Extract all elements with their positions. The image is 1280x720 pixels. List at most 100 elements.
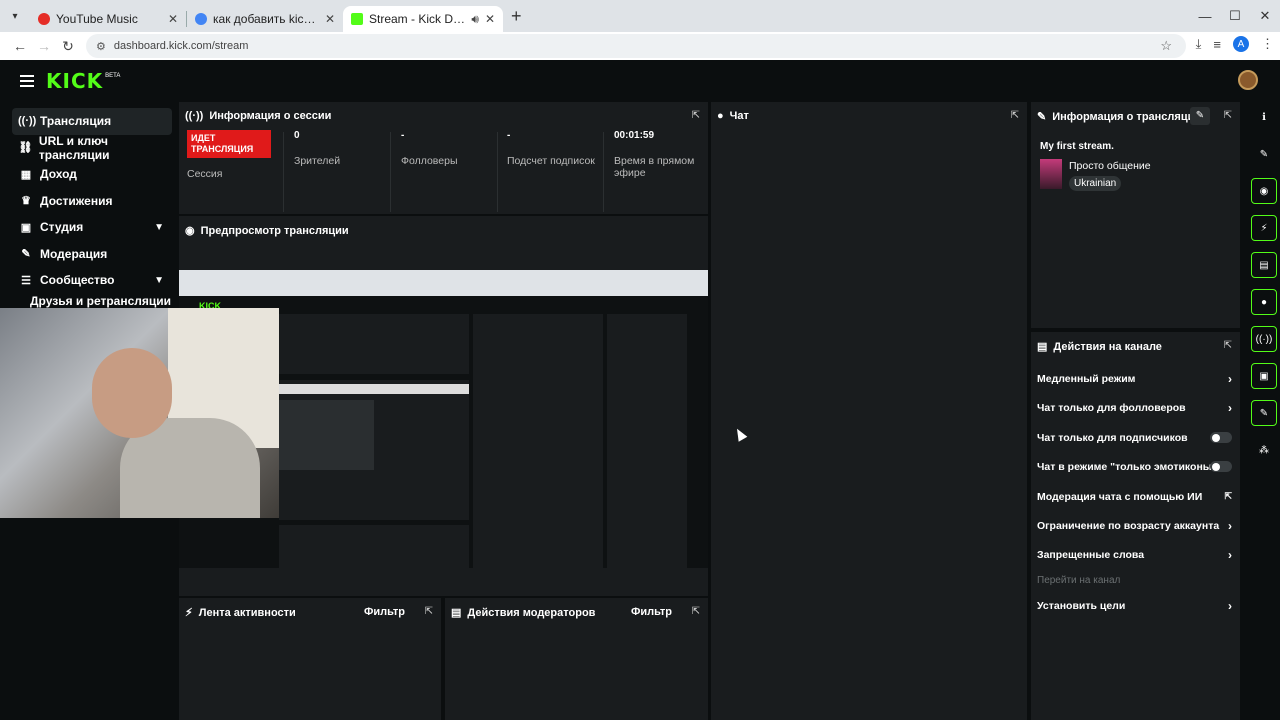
lightning-icon: ⚡︎ bbox=[185, 607, 193, 619]
popout-icon[interactable]: ⇱ bbox=[1011, 110, 1019, 121]
broadcast-icon: ((·)) bbox=[18, 115, 37, 128]
edit-icon[interactable]: ✎ bbox=[1251, 141, 1277, 167]
popout-icon[interactable]: ⇱ bbox=[425, 606, 433, 617]
address-bar: ← → ↻ ⚙ dashboard.kick.com/stream ☆ ⤓ ≡ … bbox=[0, 32, 1280, 60]
sidebar-item-url-key[interactable]: ⛓ URL и ключ трансляции bbox=[12, 134, 172, 162]
beta-label: BETA bbox=[105, 73, 121, 79]
chevron-down-icon: ▼ bbox=[154, 274, 164, 286]
new-tab-button[interactable]: + bbox=[511, 6, 522, 27]
sidebar-item-stream[interactable]: ((·)) Трансляция bbox=[12, 108, 172, 135]
mod-actions-filter-button[interactable]: Фильтр bbox=[631, 606, 672, 618]
tab-kick-dashboard[interactable]: Stream - Kick Dashboard 🔊︎ ✕ bbox=[343, 6, 503, 32]
emote-only-toggle[interactable] bbox=[1210, 461, 1232, 472]
menu-dots-icon[interactable]: ⋮ bbox=[1261, 36, 1274, 52]
external-link-icon: ⇱ bbox=[1224, 491, 1232, 501]
speaker-icon[interactable]: 🔊︎ bbox=[471, 12, 479, 27]
action-set-goals[interactable]: Установить цели › bbox=[1037, 591, 1232, 620]
wrench-icon: ✎ bbox=[21, 248, 31, 261]
broadcast-icon: ((·)) bbox=[185, 110, 204, 122]
sidebar-item-moderation[interactable]: ✎ Модерация bbox=[12, 241, 172, 268]
close-icon[interactable]: ✕ bbox=[168, 12, 178, 26]
stat-followers: - Фолловеры bbox=[401, 130, 458, 167]
right-rail: ℹ ✎ ◉ ⚡︎ ▤ ● ((·)) ▣ ✎ ⁂ bbox=[1249, 104, 1279, 474]
studio-icon[interactable]: ▣ bbox=[1251, 363, 1277, 389]
site-info-icon[interactable]: ⚙ bbox=[96, 40, 106, 53]
sidebar-item-community[interactable]: ☰ Сообщество ▼ bbox=[12, 267, 172, 294]
minimize-button[interactable]: — bbox=[1190, 9, 1220, 24]
tab-search-icon[interactable]: ▾ bbox=[0, 0, 30, 32]
sidebar-item-studio[interactable]: ▣ Студия ▼ bbox=[12, 214, 172, 241]
sidebar-item-achievements[interactable]: ♛ Достижения bbox=[12, 188, 172, 215]
action-followers-only[interactable]: Чат только для фолловеров › bbox=[1037, 393, 1232, 422]
sidebar-item-income[interactable]: ▦ Доход bbox=[12, 161, 172, 188]
account-avatar[interactable]: A bbox=[1233, 36, 1249, 52]
top-nav: KICK BETA bbox=[0, 60, 1280, 102]
webcam-overlay bbox=[0, 308, 279, 518]
subscribers-only-toggle[interactable] bbox=[1210, 432, 1232, 443]
info-icon[interactable]: ℹ bbox=[1251, 104, 1277, 130]
studio-icon: ▣ bbox=[20, 221, 32, 234]
download-icon[interactable]: ⤓ bbox=[1196, 36, 1202, 52]
media-icon[interactable]: ≡ bbox=[1213, 37, 1221, 52]
url-input[interactable]: ⚙ dashboard.kick.com/stream ☆ bbox=[86, 34, 1186, 58]
google-icon bbox=[195, 13, 207, 25]
live-status: ИДЕТ ТРАНСЛЯЦИЯ Сессия bbox=[187, 130, 287, 210]
maximize-button[interactable]: ☐ bbox=[1220, 8, 1250, 24]
user-avatar[interactable] bbox=[1238, 70, 1258, 90]
popout-icon[interactable]: ⇱ bbox=[1224, 340, 1232, 351]
browser-tabbar: ▾ YouTube Music ✕ как добавить kick акк … bbox=[0, 0, 1280, 32]
sidebar: ((·)) Трансляция ⛓ URL и ключ трансляции… bbox=[12, 108, 172, 308]
lightning-icon[interactable]: ⚡︎ bbox=[1251, 215, 1277, 241]
wrench-icon: ✎ bbox=[1037, 111, 1047, 123]
reload-icon[interactable]: ↻ bbox=[56, 38, 80, 55]
close-icon[interactable]: ✕ bbox=[485, 12, 495, 26]
popout-icon[interactable]: ⇱ bbox=[1224, 110, 1232, 121]
close-window-button[interactable]: ✕ bbox=[1250, 8, 1280, 24]
wrench-icon[interactable]: ✎ bbox=[1251, 400, 1277, 426]
chevron-right-icon: › bbox=[1228, 547, 1232, 562]
link-icon: ⛓ bbox=[18, 142, 33, 155]
sidebar-item-friends[interactable]: Друзья и ретрансляции bbox=[12, 294, 172, 308]
action-slow-mode[interactable]: Медленный режим › bbox=[1037, 364, 1232, 393]
category-thumbnail bbox=[1040, 159, 1062, 189]
action-banned-words[interactable]: Запрещенные слова › bbox=[1037, 540, 1232, 569]
tab-youtube-music[interactable]: YouTube Music ✕ bbox=[30, 6, 186, 32]
stat-viewers: 0 Зрителей bbox=[294, 130, 341, 167]
chevron-right-icon: › bbox=[1228, 518, 1232, 533]
forward-icon[interactable]: → bbox=[32, 38, 56, 54]
stream-info-panel: ✎ Информация о трансляции ✎ ⇱ My first s… bbox=[1031, 102, 1240, 328]
preview-toggle-icon[interactable]: ◉ bbox=[1251, 178, 1277, 204]
chat-bubble-icon[interactable]: ● bbox=[1251, 289, 1277, 315]
kick-logo[interactable]: KICK bbox=[46, 69, 103, 93]
document-icon: ▤ bbox=[1037, 341, 1048, 353]
popout-icon[interactable]: ⇱ bbox=[692, 110, 700, 121]
chevron-right-icon: › bbox=[1228, 598, 1232, 613]
close-icon[interactable]: ✕ bbox=[325, 12, 335, 26]
hamburger-icon[interactable] bbox=[20, 72, 34, 90]
activity-filter-button[interactable]: Фильтр bbox=[364, 606, 405, 618]
tab-google-search[interactable]: как добавить kick акк обс - Go ✕ bbox=[187, 6, 343, 32]
action-emote-only: Чат в режиме "только эмотиконы" bbox=[1037, 452, 1232, 481]
live-badge: ИДЕТ ТРАНСЛЯЦИЯ bbox=[187, 130, 271, 158]
chat-panel: ● Чат ⇱ bbox=[711, 102, 1027, 720]
edit-icon[interactable]: ✎ bbox=[1190, 107, 1210, 125]
action-ai-moderation[interactable]: Модерация чата с помощью ИИ ⇱ bbox=[1037, 482, 1232, 511]
activity-panel: ⚡︎ Лента активности Фильтр ⇱ bbox=[179, 598, 441, 720]
session-panel: ((·)) Информация о сессии ⇱ ИДЕТ ТРАНСЛЯ… bbox=[179, 102, 708, 214]
document-icon[interactable]: ▤ bbox=[1251, 252, 1277, 278]
popout-icon[interactable]: ⇱ bbox=[692, 606, 700, 617]
apps-icon[interactable]: ⁂ bbox=[1251, 437, 1277, 463]
action-account-age[interactable]: Ограничение по возрасту аккаунта › bbox=[1037, 511, 1232, 540]
chevron-right-icon: › bbox=[1228, 400, 1232, 415]
chat-icon: ● bbox=[717, 110, 724, 122]
chevron-right-icon: › bbox=[1228, 371, 1232, 386]
action-subscribers-only: Чат только для подписчиков bbox=[1037, 423, 1232, 452]
community-icon: ☰ bbox=[21, 274, 31, 287]
bookmark-star-icon[interactable]: ☆ bbox=[1160, 38, 1172, 54]
stat-subscriptions: - Подсчет подписок bbox=[507, 130, 595, 167]
chevron-down-icon: ▼ bbox=[154, 221, 164, 233]
broadcast-icon[interactable]: ((·)) bbox=[1251, 326, 1277, 352]
back-icon[interactable]: ← bbox=[8, 38, 32, 54]
kick-icon bbox=[351, 13, 363, 25]
session-title: Информация о сессии bbox=[209, 110, 332, 122]
